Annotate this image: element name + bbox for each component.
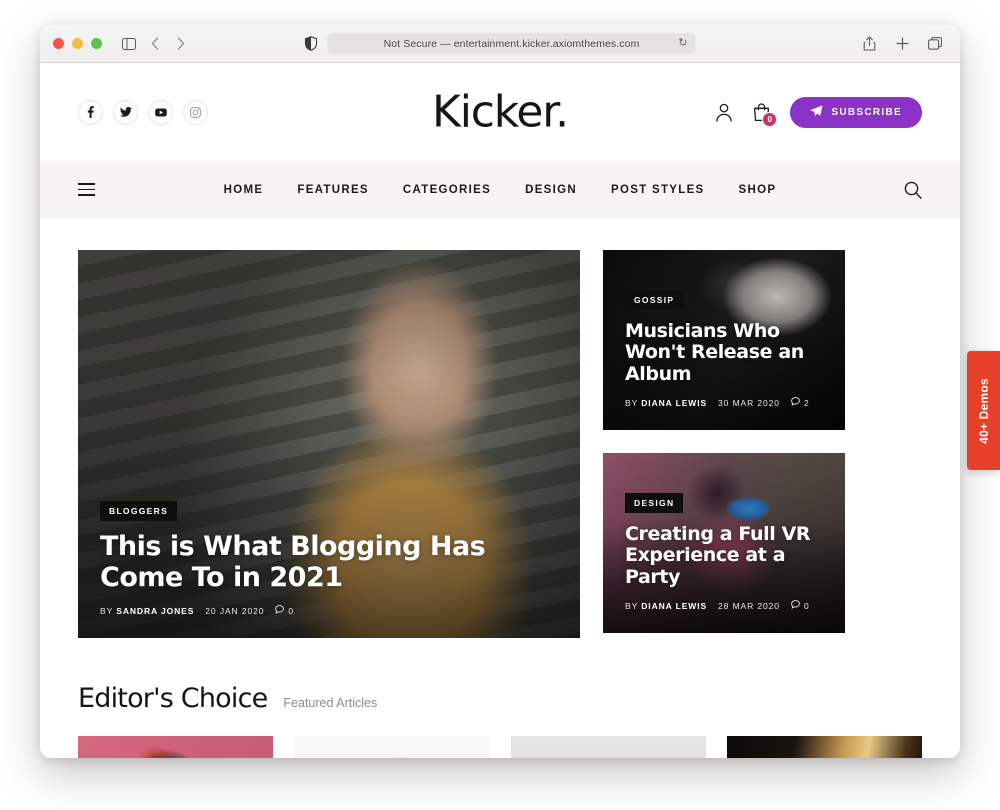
post-meta: BY SANDRA JONES 20 JAN 2020 0 <box>100 605 558 616</box>
comment-count: 2 <box>803 397 810 408</box>
thumb-silhouette-sunset[interactable] <box>726 736 922 758</box>
post-date: 30 MAR 2020 <box>718 397 780 408</box>
sidebar-icon[interactable] <box>118 33 140 55</box>
section-subtitle: Featured Articles <box>283 696 378 710</box>
nav-item-features[interactable]: FEATURES <box>297 184 369 196</box>
comment-count: 0 <box>288 605 294 616</box>
main-navigation: HOME FEATURES CATEGORIES DESIGN POST STY… <box>40 161 960 218</box>
page-content: BLOGGERS This is What Blogging Has Come … <box>40 218 960 758</box>
thumb-dancer-grey[interactable] <box>510 736 706 758</box>
nav-item-post-styles[interactable]: POST STYLES <box>611 184 705 196</box>
instagram-icon[interactable] <box>183 99 208 125</box>
post-comments[interactable]: 2 <box>791 397 810 408</box>
demos-tab-label: 40+ Demos <box>976 377 991 444</box>
shield-icon[interactable] <box>304 35 319 52</box>
site-logo[interactable]: Kicker. <box>432 87 569 138</box>
thumb-woman-pink-bandana[interactable] <box>78 736 274 758</box>
side-post-body: DESIGN Creating a Full VR Experience at … <box>603 492 845 633</box>
category-tag[interactable]: DESIGN <box>625 492 684 513</box>
comment-icon <box>791 600 800 611</box>
paper-plane-icon <box>810 104 823 120</box>
zoom-window-button[interactable] <box>91 38 102 49</box>
account-icon[interactable] <box>715 103 733 122</box>
forward-button[interactable] <box>170 33 192 55</box>
nav-menu: HOME FEATURES CATEGORIES DESIGN POST STY… <box>224 184 777 196</box>
social-links <box>78 99 208 125</box>
post-meta: BY DIANA LEWIS 28 MAR 2020 0 <box>625 600 823 611</box>
header-actions: 0 SUBSCRIBE <box>715 96 922 128</box>
post-date: 20 JAN 2020 <box>205 605 265 616</box>
nav-item-home[interactable]: HOME <box>224 184 264 196</box>
post-comments[interactable]: 0 <box>791 600 810 611</box>
plus-icon[interactable] <box>891 33 913 55</box>
nav-item-shop[interactable]: SHOP <box>739 184 777 196</box>
comment-count: 0 <box>803 600 810 611</box>
facebook-icon[interactable] <box>78 99 103 125</box>
youtube-icon[interactable] <box>148 99 173 125</box>
post-author[interactable]: SANDRA JONES <box>116 606 194 616</box>
post-byline: BY DIANA LEWIS <box>625 398 707 408</box>
post-comments[interactable]: 0 <box>275 605 294 616</box>
post-title[interactable]: Musicians Who Won't Release an Album <box>625 320 823 385</box>
post-date: 28 MAR 2020 <box>718 600 780 611</box>
hero-grid: BLOGGERS This is What Blogging Has Come … <box>78 250 922 638</box>
side-cards-column: GOSSIP Musicians Who Won't Release an Al… <box>603 250 845 638</box>
search-icon[interactable] <box>904 181 922 199</box>
demos-side-tab[interactable]: 40+ Demos <box>967 351 1000 470</box>
post-title[interactable]: This is What Blogging Has Come To in 202… <box>100 531 558 593</box>
subscribe-label: SUBSCRIBE <box>831 106 902 118</box>
hamburger-icon[interactable] <box>78 183 95 196</box>
category-tag[interactable]: BLOGGERS <box>100 501 178 521</box>
cart-icon[interactable]: 0 <box>753 102 778 127</box>
twitter-icon[interactable] <box>113 99 138 125</box>
nav-item-design[interactable]: DESIGN <box>525 184 577 196</box>
post-meta: BY DIANA LEWIS 30 MAR 2020 2 <box>625 397 823 408</box>
post-author[interactable]: DIANA LEWIS <box>641 601 707 611</box>
side-post-card-design[interactable]: DESIGN Creating a Full VR Experience at … <box>603 453 845 633</box>
side-post-card-gossip[interactable]: GOSSIP Musicians Who Won't Release an Al… <box>603 250 845 430</box>
section-title: Editor's Choice <box>78 683 268 714</box>
cart-count-badge: 0 <box>762 111 778 127</box>
side-post-body: GOSSIP Musicians Who Won't Release an Al… <box>603 289 845 430</box>
featured-post-body: BLOGGERS This is What Blogging Has Come … <box>78 501 580 638</box>
navigation-controls <box>118 33 192 55</box>
post-byline: BY SANDRA JONES <box>100 606 194 616</box>
side-cards-gap <box>603 430 845 453</box>
category-tag[interactable]: GOSSIP <box>625 289 684 310</box>
address-bar-area: Not Secure — entertainment.kicker.axiomt… <box>304 33 696 54</box>
comment-icon <box>791 397 800 408</box>
browser-window: Not Secure — entertainment.kicker.axiomt… <box>40 25 960 758</box>
url-text: Not Secure — entertainment.kicker.axiomt… <box>383 37 640 50</box>
by-label: BY <box>625 600 638 611</box>
thumb-woman-laughing[interactable] <box>294 736 490 758</box>
share-icon[interactable] <box>858 33 880 55</box>
by-label: BY <box>625 397 638 408</box>
browser-actions <box>858 33 946 55</box>
nav-item-categories[interactable]: CATEGORIES <box>403 184 491 196</box>
post-title[interactable]: Creating a Full VR Experience at a Party <box>625 523 823 588</box>
featured-post-card[interactable]: BLOGGERS This is What Blogging Has Come … <box>78 250 580 638</box>
minimize-window-button[interactable] <box>72 38 83 49</box>
by-label: BY <box>100 605 113 616</box>
back-button[interactable] <box>144 33 166 55</box>
close-window-button[interactable] <box>53 38 64 49</box>
browser-titlebar: Not Secure — entertainment.kicker.axiomt… <box>40 25 960 63</box>
post-author[interactable]: DIANA LEWIS <box>641 398 707 408</box>
url-input[interactable]: Not Secure — entertainment.kicker.axiomt… <box>327 33 696 54</box>
tabs-overview-icon[interactable] <box>924 33 946 55</box>
editors-choice-thumbnails <box>78 736 922 758</box>
comment-icon <box>275 605 285 616</box>
editors-choice-header: Editor's Choice Featured Articles <box>78 683 922 714</box>
window-controls <box>53 38 102 49</box>
reload-icon[interactable]: ↻ <box>678 38 687 49</box>
post-byline: BY DIANA LEWIS <box>625 601 707 611</box>
site-header: Kicker. 0 SUBSCRIBE <box>40 63 960 161</box>
subscribe-button[interactable]: SUBSCRIBE <box>790 96 922 128</box>
